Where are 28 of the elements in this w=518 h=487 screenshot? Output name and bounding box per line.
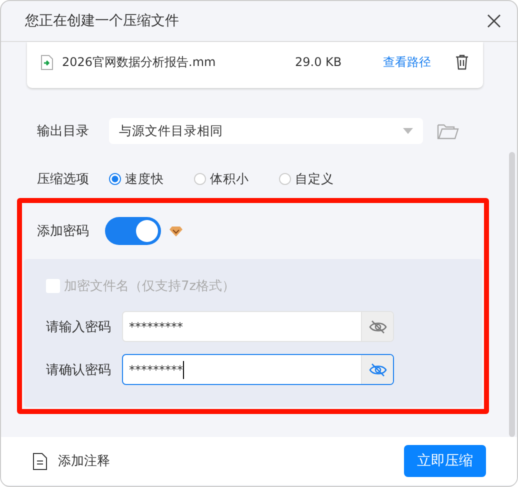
radio-option[interactable]: 自定义 bbox=[279, 170, 334, 188]
password-label: 添加密码 bbox=[36, 223, 90, 240]
document-icon bbox=[33, 452, 47, 470]
file-icon bbox=[41, 54, 53, 70]
file-size: 29.0 KB bbox=[295, 55, 343, 69]
compression-label: 压缩选项 bbox=[36, 171, 90, 188]
radio-option[interactable]: 体积小 bbox=[194, 170, 249, 188]
compress-button[interactable]: 立即压缩 bbox=[404, 445, 486, 477]
output-dropdown[interactable]: 与源文件目录相同 bbox=[109, 118, 423, 144]
add-comment-link[interactable]: 添加注释 bbox=[33, 452, 110, 470]
file-name: 2026官网数据分析报告.mm bbox=[62, 54, 217, 70]
password-label: 请输入密码 bbox=[46, 318, 112, 336]
delete-icon[interactable] bbox=[455, 54, 469, 70]
close-button[interactable] bbox=[485, 12, 503, 30]
radio-option[interactable]: 速度快 bbox=[109, 170, 164, 188]
password-field[interactable]: ********* bbox=[122, 354, 394, 385]
password-label: 请确认密码 bbox=[46, 362, 112, 378]
hidden-eye-icon[interactable] bbox=[368, 362, 386, 376]
output-label: 输出目录 bbox=[36, 123, 90, 140]
scrollbar[interactable] bbox=[509, 152, 515, 437]
password-field[interactable]: ********* bbox=[122, 311, 394, 342]
toggle-switch[interactable] bbox=[105, 217, 161, 245]
folder-icon[interactable] bbox=[437, 122, 459, 140]
caret-icon bbox=[403, 128, 413, 134]
diamond-icon bbox=[169, 226, 183, 236]
hidden-eye-icon[interactable] bbox=[368, 320, 386, 334]
window-title: 您正在创建一个压缩文件 bbox=[25, 12, 179, 30]
view-path-link[interactable]: 查看路径 bbox=[383, 54, 431, 70]
